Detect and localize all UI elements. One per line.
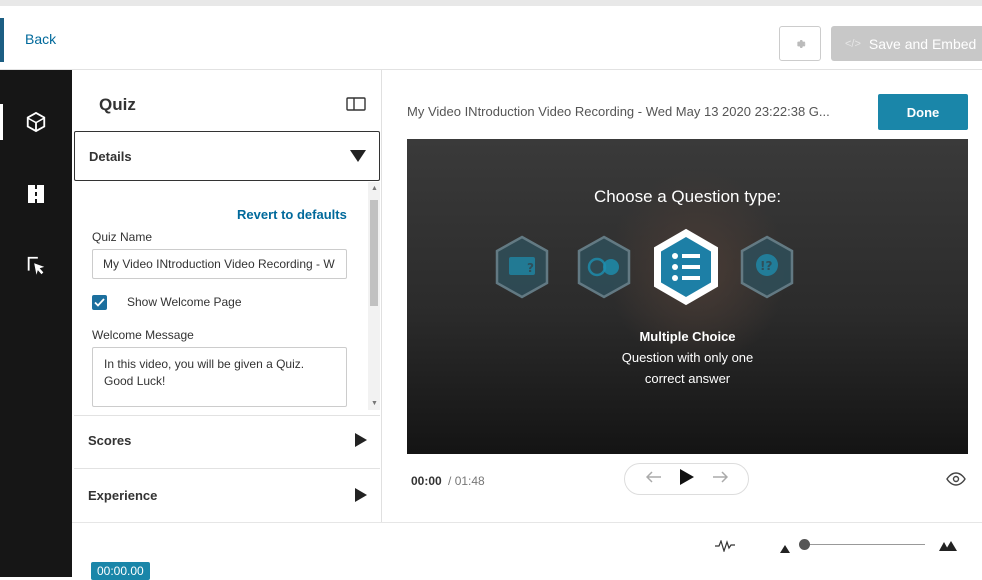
large-mountain-icon	[939, 541, 957, 551]
true-false-icon	[577, 235, 631, 299]
scroll-down-icon[interactable]: ▼	[371, 400, 378, 407]
code-icon: </>	[845, 37, 861, 50]
selected-type-title: Multiple Choice	[639, 329, 736, 344]
total-time-value: 01:48	[454, 474, 485, 488]
details-form: Revert to defaults Quiz Name My Video IN…	[74, 182, 380, 410]
play-icon	[679, 468, 694, 485]
question-type-multiple-choice[interactable]	[650, 227, 722, 312]
details-scrollbar[interactable]: ▲ ▼	[368, 182, 380, 410]
next-button[interactable]	[712, 470, 728, 488]
panel-collapse-button[interactable]	[346, 97, 366, 116]
gear-icon	[796, 39, 806, 48]
accordion-experience[interactable]: Experience	[74, 470, 380, 520]
arrow-right-icon	[712, 471, 728, 483]
save-and-embed-button[interactable]: </> Save and Embed	[831, 26, 982, 61]
accordion-details-label: Details	[89, 148, 132, 164]
welcome-message-textarea[interactable]: In this video, you will be given a Quiz.…	[92, 347, 347, 407]
time-separator: /	[448, 474, 452, 488]
scroll-up-icon[interactable]: ▲	[371, 185, 378, 192]
back-accent-bar	[0, 18, 4, 62]
selected-type-description-line2: correct answer	[644, 371, 731, 386]
rail-item-quiz[interactable]	[0, 94, 72, 150]
zoom-slider-knob[interactable]	[799, 539, 810, 550]
current-time: 00:00	[411, 474, 442, 488]
svg-text:?: ?	[527, 261, 534, 275]
cursor-select-icon	[27, 256, 45, 275]
multiple-choice-icon	[654, 228, 718, 306]
waveform-toggle[interactable]	[714, 539, 736, 557]
question-type-true-false[interactable]	[575, 235, 633, 304]
svg-text:!?: !?	[760, 259, 772, 273]
open-question-icon: !?	[740, 235, 794, 299]
welcome-message-label: Welcome Message	[92, 328, 194, 342]
zoom-out-button[interactable]	[780, 540, 790, 558]
panel-layout-icon	[346, 97, 366, 111]
done-button[interactable]: Done	[878, 94, 968, 130]
video-area: My Video INtroduction Video Recording - …	[382, 70, 982, 522]
show-welcome-label: Show Welcome Page	[127, 295, 242, 309]
small-mountain-icon	[780, 545, 790, 553]
quiz-panel: Quiz Details Revert to defaults Quiz Nam…	[72, 70, 382, 522]
zoom-slider-track[interactable]	[799, 544, 925, 545]
accordion-experience-label: Experience	[88, 487, 158, 503]
total-time: / 01:48	[448, 474, 485, 488]
checkmark-icon	[94, 298, 105, 307]
caret-right-icon	[355, 433, 367, 447]
visibility-toggle[interactable]	[946, 472, 966, 491]
rail-item-split[interactable]	[0, 166, 72, 222]
previous-button[interactable]	[645, 470, 662, 488]
play-button[interactable]	[679, 468, 695, 491]
quiz-name-label: Quiz Name	[92, 230, 153, 244]
cube-icon	[26, 111, 46, 133]
video-title: My Video INtroduction Video Recording - …	[407, 104, 830, 119]
waveform-icon	[715, 539, 735, 553]
timeline-bar: 00:00.00	[72, 522, 982, 580]
question-type-open[interactable]: !?	[738, 235, 796, 304]
question-type-reflection[interactable]: ?	[493, 235, 551, 304]
scroll-thumb[interactable]	[370, 200, 378, 306]
divider	[74, 468, 380, 469]
back-link[interactable]: Back	[25, 31, 56, 47]
question-type-heading: Choose a Question type:	[593, 187, 782, 206]
accordion-details[interactable]: Details	[74, 131, 380, 181]
playback-controls	[624, 463, 749, 495]
selected-type-description: Question with only one	[621, 350, 754, 365]
settings-button[interactable]	[779, 26, 821, 61]
save-and-embed-label: Save and Embed	[868, 35, 977, 52]
accordion-scores[interactable]: Scores	[74, 415, 380, 465]
eye-icon	[946, 472, 966, 486]
rail-item-hotspots[interactable]	[0, 238, 72, 294]
tool-rail	[0, 70, 72, 577]
panel-title: Quiz	[99, 95, 136, 114]
quiz-name-input[interactable]: My Video INtroduction Video Recording - …	[92, 249, 347, 279]
zoom-in-button[interactable]	[939, 538, 957, 556]
reflection-point-icon: ?	[495, 235, 549, 299]
arrow-left-icon	[645, 471, 661, 483]
accordion-scores-label: Scores	[88, 432, 132, 448]
split-icon	[28, 185, 44, 203]
caret-down-icon	[350, 150, 366, 162]
revert-defaults-link[interactable]: Revert to defaults	[237, 207, 347, 222]
top-bar: Back </> Save and Embed	[0, 0, 982, 70]
show-welcome-checkbox[interactable]	[92, 295, 107, 310]
video-player[interactable]: Choose a Question type: ? !? Multiple Ch…	[407, 139, 968, 454]
timeline-timecode: 00:00.00	[91, 562, 150, 580]
caret-right-icon	[355, 488, 367, 502]
